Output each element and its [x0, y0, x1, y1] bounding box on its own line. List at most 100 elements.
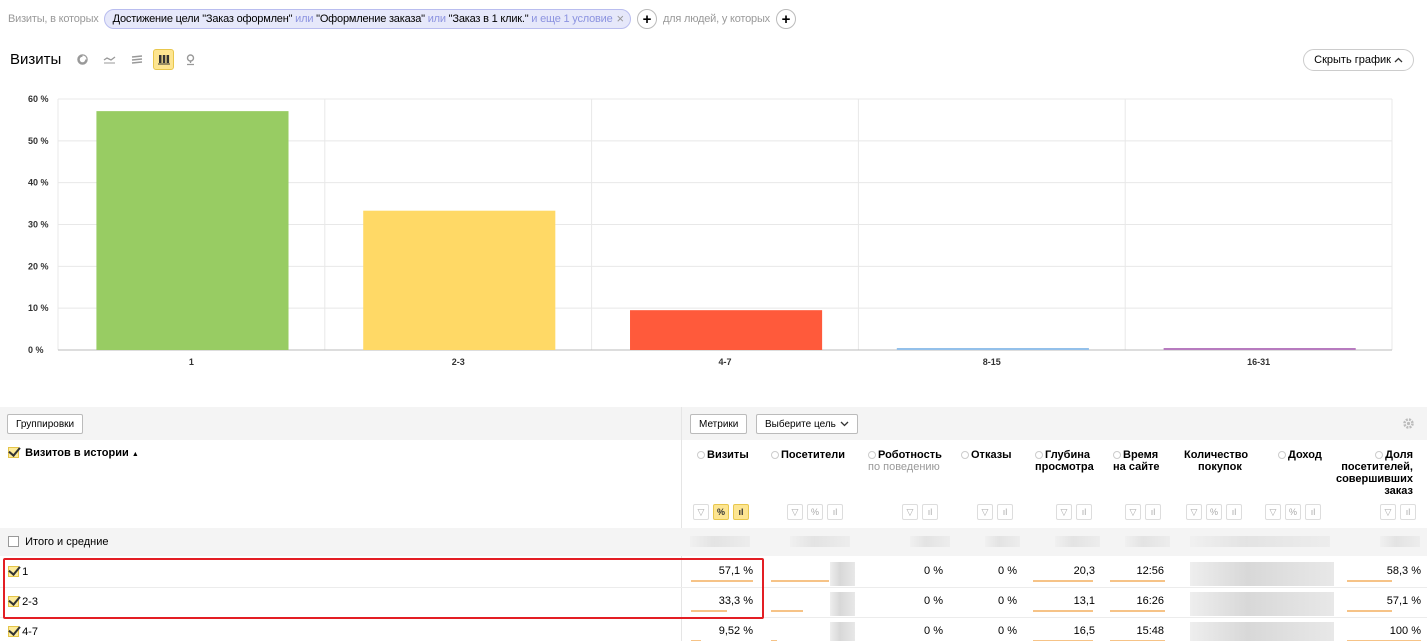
col-share-radio[interactable]: [1375, 451, 1384, 459]
filter-icon[interactable]: ▽: [1056, 504, 1072, 520]
chart-bars-icon[interactable]: ıl: [1400, 504, 1416, 520]
cell-depth: 13,1: [1073, 595, 1095, 607]
col-revenue-radio[interactable]: [1278, 451, 1286, 459]
cell-depth: 16,5: [1073, 625, 1095, 637]
close-icon[interactable]: ×: [617, 12, 625, 25]
add-condition-button[interactable]: +: [636, 9, 657, 29]
blurred-purchases-revenue: [1190, 622, 1334, 641]
stacked-area-icon[interactable]: [126, 49, 147, 70]
col-purchases[interactable]: Количество покупок: [1184, 449, 1248, 473]
col-revenue[interactable]: Доход: [1278, 449, 1322, 461]
col-revenue-label: Доход: [1288, 449, 1322, 461]
segment-more-link[interactable]: и еще 1 условие: [531, 13, 612, 25]
bar-1[interactable]: [96, 111, 289, 350]
bar-16-31[interactable]: [1163, 348, 1356, 350]
col-share[interactable]: Доля посетителей, совершивших заказ: [1336, 449, 1413, 497]
col-share-label-3: совершивших: [1335, 473, 1413, 485]
bar-chart: 0 % 10 % 20 % 30 % 40 % 50 % 60 % 1 2-3 4-7 8-15 16…: [28, 94, 1393, 367]
row-label-wrap[interactable]: 2-3: [8, 596, 38, 608]
row-label: 2-3: [22, 596, 38, 608]
percent-toggle[interactable]: %: [713, 504, 729, 520]
totals-checkbox[interactable]: [8, 536, 19, 547]
row-checkbox[interactable]: [8, 626, 19, 637]
line-chart-icon[interactable]: [99, 49, 120, 70]
percent-toggle[interactable]: %: [807, 504, 823, 520]
col-time[interactable]: Время на сайте: [1113, 449, 1159, 473]
cell-depth: 20,3: [1073, 565, 1095, 577]
dimension-checkbox[interactable]: [8, 447, 19, 458]
add-people-condition-button[interactable]: +: [775, 9, 796, 29]
filter-icon[interactable]: ▽: [787, 504, 803, 520]
groupings-button[interactable]: Группировки: [7, 414, 84, 434]
col-bounce[interactable]: Отказы: [961, 449, 1012, 461]
bar-4-7[interactable]: [630, 310, 823, 350]
bounce-controls: ▽ ıl: [977, 504, 1013, 520]
blurred-visitors: [830, 622, 855, 641]
chart-bars-icon[interactable]: ıl: [827, 504, 843, 520]
col-visits-radio[interactable]: [697, 451, 705, 459]
col-bounce-radio[interactable]: [961, 451, 969, 459]
chart-bars-icon[interactable]: ıl: [733, 504, 749, 520]
visits-share-bar: [691, 610, 727, 612]
row-checkbox[interactable]: [8, 596, 19, 607]
revenue-controls: ▽ % ıl: [1265, 504, 1321, 520]
col-depth[interactable]: Глубина просмотра: [1035, 449, 1094, 473]
filter-icon[interactable]: ▽: [1380, 504, 1396, 520]
chevron-up-icon: [1394, 54, 1403, 66]
totals-label-wrap[interactable]: Итого и средние: [8, 536, 108, 548]
chart-bars-icon[interactable]: ıl: [922, 504, 938, 520]
filter-icon[interactable]: ▽: [977, 504, 993, 520]
time-controls: ▽ ıl: [1125, 504, 1161, 520]
segment-condition-2: "Оформление заказа": [316, 13, 425, 25]
row-checkbox[interactable]: [8, 566, 19, 577]
col-visitors-radio[interactable]: [771, 451, 779, 459]
cell-robot: 0 %: [924, 565, 943, 577]
chart-bars-icon[interactable]: ıl: [997, 504, 1013, 520]
bar-chart-icon[interactable]: [153, 49, 174, 70]
filter-icon[interactable]: ▽: [1265, 504, 1281, 520]
goal-select[interactable]: Выберите цель: [756, 414, 858, 434]
row-label-wrap[interactable]: 1: [8, 566, 28, 578]
x-tick-label: 8-15: [983, 357, 1001, 367]
col-share-label-2: посетителей,: [1341, 461, 1413, 473]
col-robot-radio[interactable]: [868, 451, 876, 459]
dimension-header[interactable]: Визитов в истории ▲: [8, 447, 139, 461]
blurred-total: [790, 536, 850, 547]
cell-visits: 57,1 %: [718, 565, 753, 577]
row-label-wrap[interactable]: 4-7: [8, 626, 38, 638]
visitors-share-bar: [771, 610, 803, 612]
cell-share: 58,3 %: [1386, 565, 1421, 577]
goal-select-label: Выберите цель: [765, 418, 836, 430]
gear-icon[interactable]: [1402, 417, 1415, 433]
filter-icon[interactable]: ▽: [1125, 504, 1141, 520]
filter-icon[interactable]: ▽: [1186, 504, 1202, 520]
segment-or-2: или: [427, 13, 446, 25]
filter-prefix: Визиты, в которых: [8, 13, 99, 25]
col-depth-label-2: просмотра: [1035, 461, 1094, 473]
percent-toggle[interactable]: %: [1206, 504, 1222, 520]
share-bar: [1347, 580, 1392, 582]
col-time-radio[interactable]: [1113, 451, 1121, 459]
metrics-button[interactable]: Метрики: [690, 414, 748, 434]
filter-icon[interactable]: ▽: [902, 504, 918, 520]
col-depth-radio[interactable]: [1035, 451, 1043, 459]
hide-chart-button[interactable]: Скрыть график: [1303, 49, 1414, 71]
col-robot[interactable]: Роботность по поведению: [868, 449, 942, 473]
filter-icon[interactable]: ▽: [693, 504, 709, 520]
map-pin-icon[interactable]: [180, 49, 201, 70]
chart-bars-icon[interactable]: ıl: [1145, 504, 1161, 520]
col-visitors[interactable]: Посетители: [771, 449, 845, 461]
pie-chart-icon[interactable]: [72, 49, 93, 70]
col-share-label-1: Доля: [1385, 449, 1413, 461]
segment-condition-chip[interactable]: Достижение цели "Заказ оформлен" или "Оф…: [103, 9, 631, 29]
bar-8-15[interactable]: [896, 348, 1089, 350]
chart-bars-icon[interactable]: ıl: [1226, 504, 1242, 520]
chart-bars-icon[interactable]: ıl: [1305, 504, 1321, 520]
col-visits[interactable]: Визиты: [697, 449, 749, 461]
bar-2-3[interactable]: [363, 210, 556, 350]
table-row[interactable]: 1 57,1 % 0 % 0 % 20,3 12:56 58,3 %: [0, 558, 1427, 588]
table-row[interactable]: 2-3 33,3 % 0 % 0 % 13,1 16:26 57,1 %: [0, 588, 1427, 618]
table-row[interactable]: 4-7 9,52 % 0 % 0 % 16,5 15:48 100 %: [0, 618, 1427, 641]
percent-toggle[interactable]: %: [1285, 504, 1301, 520]
chart-bars-icon[interactable]: ıl: [1076, 504, 1092, 520]
